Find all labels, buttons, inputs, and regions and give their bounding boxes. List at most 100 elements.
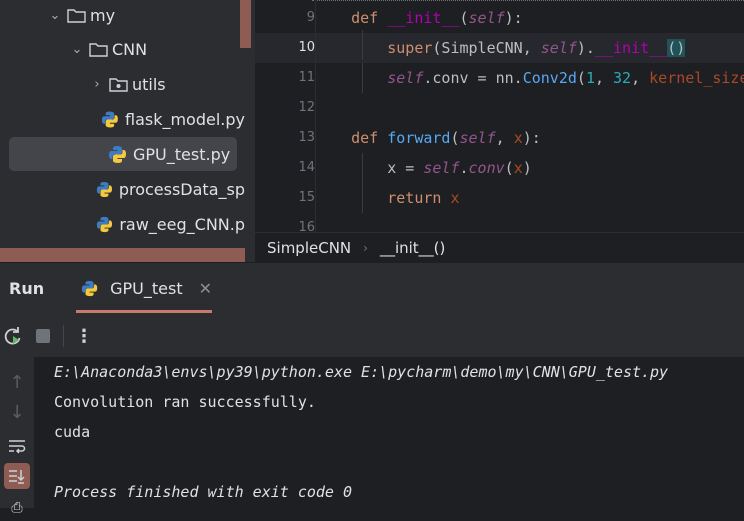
line-number: 13 — [298, 130, 315, 145]
chevron-down-icon[interactable]: ⌄ — [68, 42, 86, 57]
package-icon — [109, 77, 128, 92]
scroll-to-end-icon[interactable] — [4, 463, 30, 489]
folder-icon — [67, 8, 86, 23]
code-token: x = — [387, 159, 424, 177]
line-number: 9 — [306, 10, 315, 25]
chevron-right-icon[interactable]: › — [88, 77, 106, 92]
toolbar-divider — [63, 325, 64, 347]
code-line: return x — [315, 183, 459, 213]
code-token: , — [631, 69, 650, 87]
code-token: __init__ — [594, 39, 668, 57]
run-side-toolbar: ↑ ↓ ⎙ — [0, 357, 34, 516]
code-token: self — [423, 159, 460, 177]
code-token: forward — [387, 129, 451, 147]
tree-item-raw-eeg-cnn[interactable]: raw_eeg_CNN.p — [0, 207, 245, 241]
stop-icon[interactable] — [30, 323, 56, 349]
chevron-down-icon[interactable]: ⌄ — [46, 8, 64, 23]
code-token: ) — [676, 39, 686, 57]
line-number: 15 — [298, 190, 315, 205]
tree-item-my[interactable]: ⌄ my — [0, 0, 245, 32]
code-token: kernel_size — [649, 69, 744, 87]
project-tree: ⌄ my ⌄ CNN › utils flask_model.py GPU_te… — [0, 0, 255, 262]
line-number-current: 10 — [298, 40, 315, 55]
run-toolbar: ⋮ — [0, 313, 744, 357]
run-panel: ⋮ ↑ ↓ ⎙ E:\Anaconda3\envs\py39\python.ex… — [0, 313, 744, 516]
editor-top-divider — [312, 0, 744, 2]
code-token: self — [468, 9, 505, 27]
code-token: __init__ — [387, 9, 460, 27]
code-token: ): — [504, 9, 523, 27]
breadcrumb-class[interactable]: SimpleCNN — [267, 239, 351, 257]
code-token: self — [540, 39, 577, 57]
arrow-down-icon[interactable]: ↓ — [4, 399, 30, 425]
more-options-icon[interactable]: ⋮ — [71, 323, 97, 349]
python-file-icon — [109, 145, 126, 163]
code-token: ( — [576, 69, 586, 87]
code-token: ). — [576, 39, 595, 57]
code-editor[interactable]: 9 10 11 12 13 14 15 16 def __init__(self… — [255, 0, 744, 232]
tree-item-utils[interactable]: › utils — [0, 67, 245, 101]
code-token: def — [351, 129, 388, 147]
breadcrumb-method[interactable]: __init__() — [380, 239, 445, 257]
tree-item-label: utils — [132, 74, 166, 94]
code-line: self.conv = nn.Conv2d(1, 32, kernel_size — [315, 63, 744, 93]
code-line: def forward(self, x): — [315, 123, 541, 153]
code-token: 32 — [613, 69, 632, 87]
soft-wrap-icon[interactable] — [4, 433, 30, 459]
code-token: ) — [522, 159, 532, 177]
console-command-line: E:\Anaconda3\envs\py39\python.exe E:\pyc… — [54, 363, 669, 381]
rerun-icon[interactable] — [0, 323, 26, 349]
arrow-up-icon[interactable]: ↑ — [4, 369, 30, 395]
code-token: x — [513, 129, 523, 147]
console-output[interactable]: E:\Anaconda3\envs\py39\python.exe E:\pyc… — [34, 357, 744, 508]
console-exit-line: Process finished with exit code 0 — [54, 483, 353, 501]
python-file-icon — [96, 181, 112, 197]
tree-item-label: CNN — [112, 39, 148, 59]
python-file-icon — [102, 111, 119, 127]
code-token: def — [351, 9, 388, 27]
tree-item-label: flask_model.py — [124, 109, 245, 129]
code-token: self — [459, 129, 496, 147]
run-title: Run — [9, 279, 45, 298]
tree-item-label: GPU_test.py — [133, 144, 231, 164]
code-line: def __init__(self): — [315, 3, 523, 33]
code-token: ): — [522, 129, 541, 147]
python-file-icon — [81, 280, 98, 296]
tab-label: GPU_test — [110, 278, 183, 298]
line-number: 12 — [298, 100, 315, 115]
code-token: ( — [459, 9, 469, 27]
code-token: self — [387, 69, 424, 87]
tab-gpu-test[interactable]: GPU_test ✕ — [76, 263, 212, 313]
line-number: 14 — [298, 160, 315, 175]
folder-icon — [89, 42, 108, 57]
tree-item-flask-model[interactable]: flask_model.py — [0, 102, 245, 136]
console-output-line: Convolution ran successfully. — [54, 393, 316, 411]
code-token: . — [459, 159, 469, 177]
run-tool-window-header: Run GPU_test ✕ — [0, 262, 744, 314]
breadcrumb: SimpleCNN › __init__() — [255, 232, 744, 263]
line-number: 16 — [298, 220, 315, 232]
code-token: .conv = nn. — [423, 69, 523, 87]
tree-item-processdata[interactable]: processData_sp — [0, 172, 245, 206]
close-icon[interactable]: ✕ — [199, 279, 212, 298]
code-token: 1 — [585, 69, 595, 87]
code-token: , — [594, 69, 614, 87]
tree-item-cnn[interactable]: ⌄ CNN — [0, 32, 245, 66]
python-file-icon — [97, 216, 113, 232]
tree-item-label: raw_eeg_CNN.p — [119, 214, 245, 234]
code-token: , — [495, 129, 514, 147]
code-line: super(SimpleCNN, self).__init__() — [315, 33, 686, 63]
code-token: super — [387, 39, 433, 57]
tree-scrollbar-bottom[interactable] — [0, 248, 245, 262]
tree-item-gpu-test[interactable]: GPU_test.py — [9, 137, 237, 171]
code-token: (SimpleCNN, — [432, 39, 541, 57]
code-token: ( — [667, 39, 677, 57]
print-icon[interactable]: ⎙ — [4, 495, 30, 521]
code-token: Conv2d — [522, 69, 577, 87]
code-token: x — [513, 159, 523, 177]
